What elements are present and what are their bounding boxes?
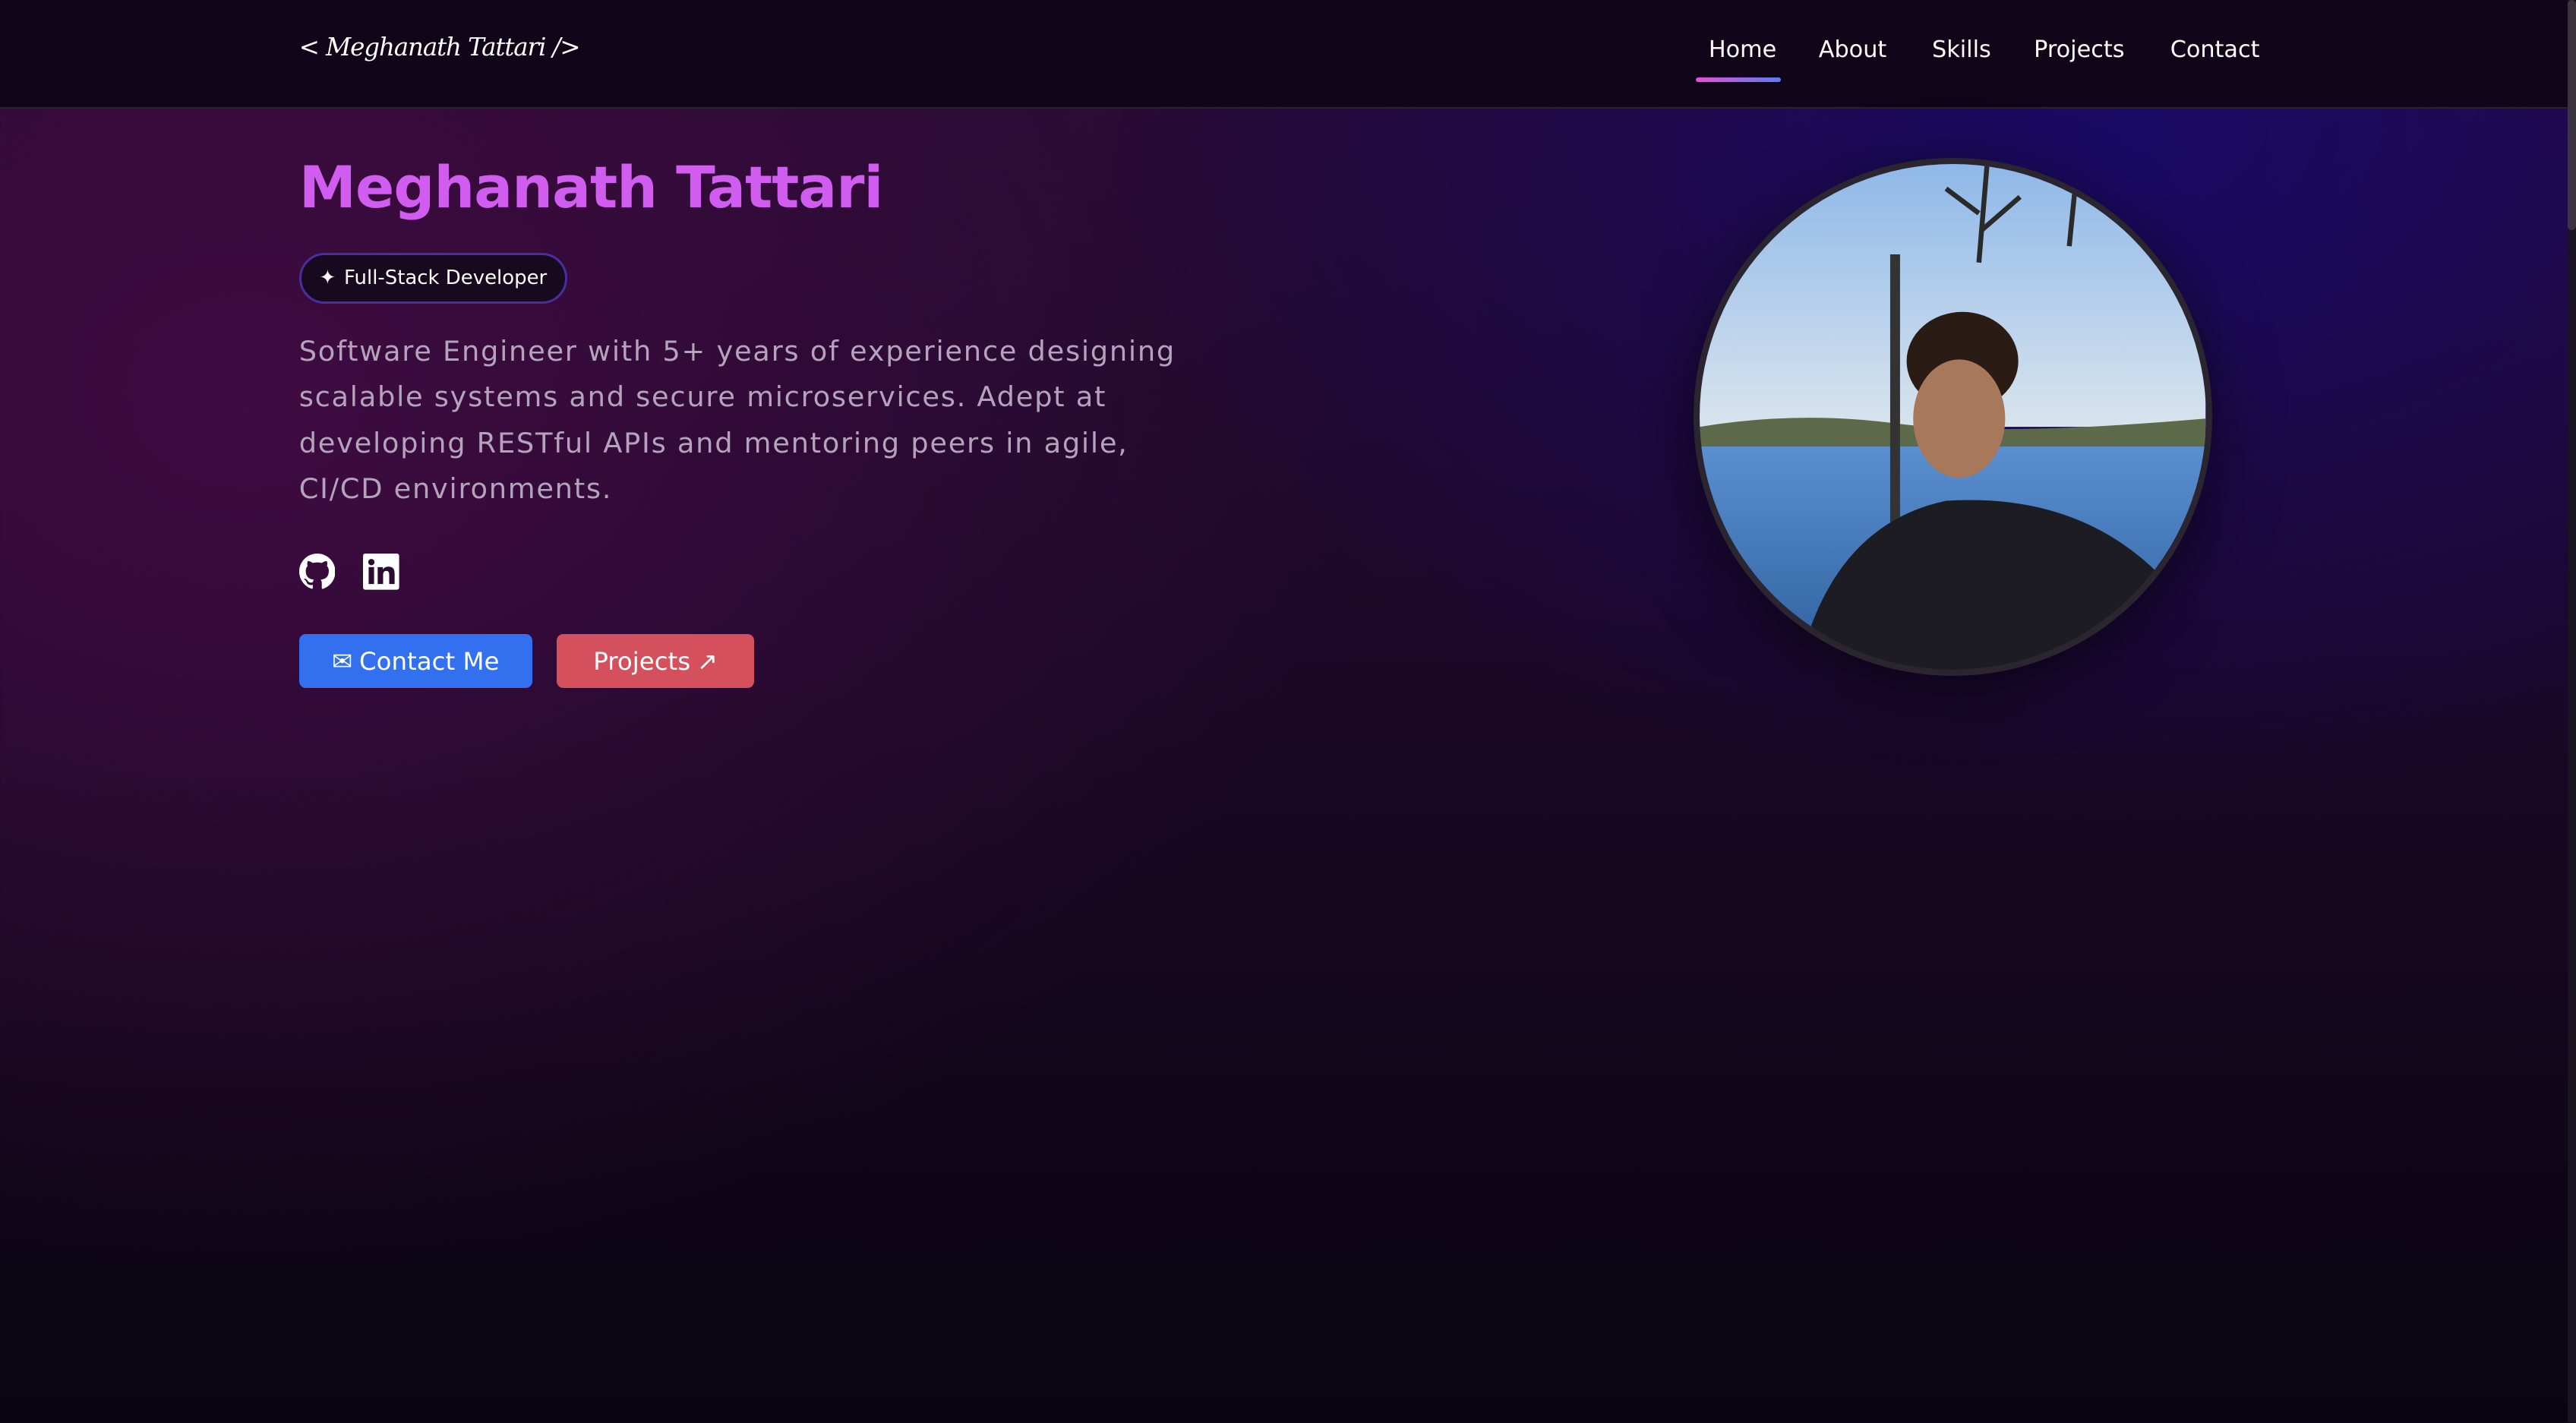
active-nav-indicator [1695,77,1781,83]
role-label: Full-Stack Developer [344,267,548,290]
scrollbar[interactable] [2568,0,2576,1423]
scrollbar-thumb[interactable] [2568,0,2576,230]
role-badge: ✦ Full-Stack Developer [298,253,567,304]
navbar: < Meghanath Tattari /> Home About Skills… [0,0,2568,109]
github-icon[interactable] [298,554,336,590]
page: < Meghanath Tattari /> Home About Skills… [0,0,2576,1423]
nav-contact[interactable]: Contact [2170,36,2260,63]
projects-label: Projects [593,646,691,676]
linkedin-icon[interactable] [363,554,399,590]
contact-me-label: Contact Me [358,646,500,676]
nav-projects[interactable]: Projects [2034,36,2124,63]
nav-skills[interactable]: Skills [1932,36,1991,63]
arrow-up-right-circle-icon: ↗ [696,646,718,676]
logo[interactable]: < Meghanath Tattari /> [299,33,581,62]
hero-description: Software Engineer with 5+ years of exper… [298,334,1176,506]
projects-button[interactable]: Projects ↗ [557,634,754,689]
contact-me-button[interactable]: ✉ Contact Me [298,634,532,689]
nav-about[interactable]: About [1819,36,1886,63]
sparkle-icon: ✦ [319,267,336,290]
hero-name: Meghanath Tattari [298,154,884,222]
nav-home[interactable]: Home [1709,36,1776,63]
profile-photo [1694,157,2212,676]
envelope-icon: ✉ [332,646,353,676]
